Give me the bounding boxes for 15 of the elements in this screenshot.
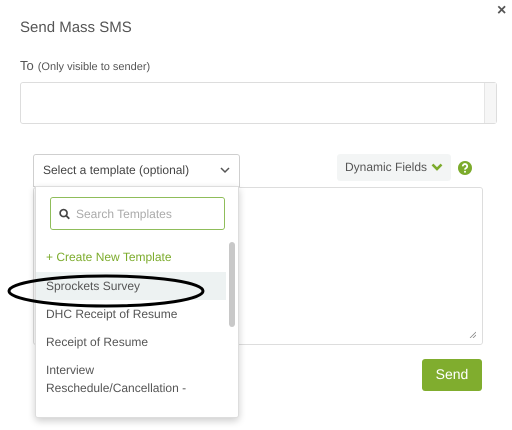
to-label: To [20,57,34,75]
template-select[interactable]: Select a template (optional) [33,154,240,186]
search-field[interactable]: Search Templates [50,197,225,230]
dynamic-fields-button[interactable]: Dynamic Fields [337,154,452,180]
search-input[interactable]: Search Templates [76,204,216,222]
scrollbar-thumb[interactable] [229,242,235,327]
search-icon [59,208,70,220]
to-hint: (Only visible to sender) [38,60,150,75]
chevron-down-icon [220,166,230,174]
recipients-field[interactable] [20,82,497,124]
chevron-down-icon [431,162,444,172]
dialog-title: Send Mass SMS [20,18,133,38]
close-button[interactable]: × [497,3,506,19]
help-icon[interactable] [458,160,472,174]
resize-handle-icon [469,330,476,338]
